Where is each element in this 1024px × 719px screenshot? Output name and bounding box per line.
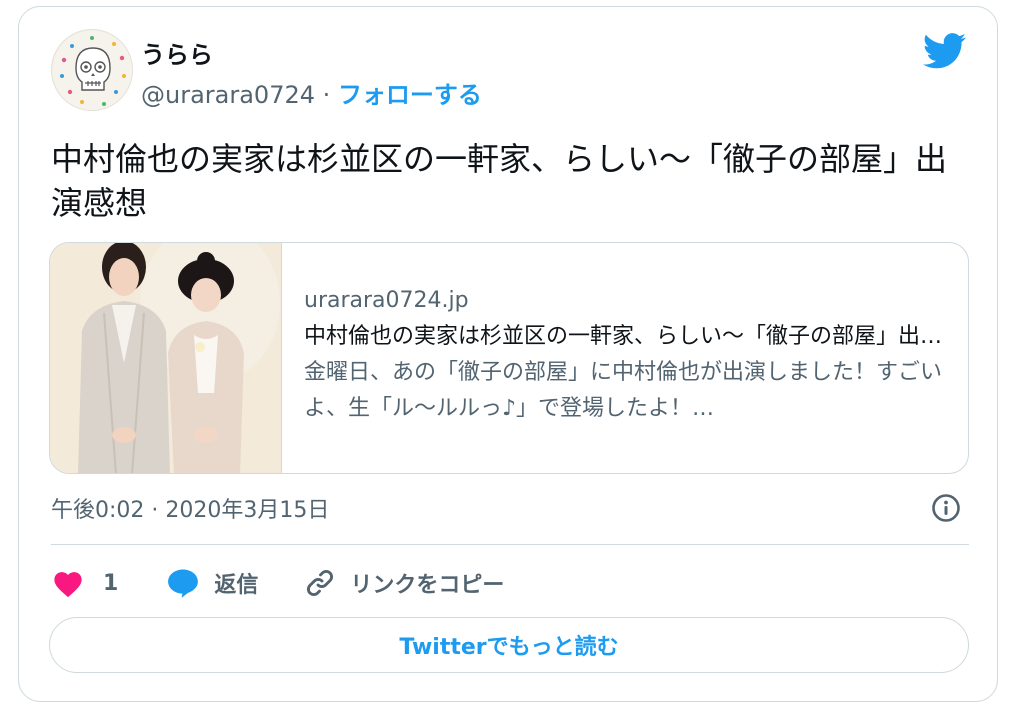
read-more-on-twitter-button[interactable]: Twitterでもっと読む (49, 617, 969, 673)
link-thumbnail (50, 243, 282, 473)
link-description: 金曜日、あの「徹子の部屋」に中村倫也が出演しました！すごいよ、生「ル〜ルルっ♪」… (304, 360, 943, 421)
author-meta-line: @urarara0724 · フォローする (141, 75, 482, 110)
like-count: 1 (103, 570, 119, 596)
tweet-text: 中村倫也の実家は杉並区の一軒家、らしい〜「徹子の部屋」出演感想 (51, 140, 948, 222)
reply-button[interactable]: 返信 (166, 567, 258, 599)
follow-link[interactable]: フォローする (338, 81, 482, 109)
meta-separator: · (322, 81, 331, 109)
like-button[interactable]: 1 (51, 568, 118, 598)
tweet-timestamp[interactable]: 午後0:02 · 2020年3月15日 (51, 492, 329, 524)
copy-link-button[interactable]: リンクをコピー (304, 567, 504, 599)
author-display-name[interactable]: うらら (141, 35, 213, 70)
avatar[interactable] (51, 29, 133, 111)
link-title: 中村倫也の実家は杉並区の一軒家、らしい〜「徹子の部屋」出演感想 (304, 324, 954, 349)
two-people-photo-icon (50, 243, 281, 473)
copy-link-label: リンクをコピー (350, 573, 505, 598)
twitter-bird-icon[interactable] (922, 33, 967, 69)
reply-bubble-icon (168, 569, 199, 598)
heart-icon (54, 572, 82, 598)
link-chain-icon (307, 569, 334, 597)
reply-label: 返信 (214, 573, 259, 598)
link-card-body: urarara0724.jp 中村倫也の実家は杉並区の一軒家、らしい〜「徹子の部… (304, 283, 954, 427)
divider (51, 544, 969, 545)
skull-drawing-avatar-icon (53, 31, 132, 110)
author-handle[interactable]: @urarara0724 (141, 81, 315, 109)
info-icon[interactable] (931, 493, 961, 523)
link-domain: urarara0724.jp (304, 288, 469, 313)
link-preview-card[interactable]: urarara0724.jp 中村倫也の実家は杉並区の一軒家、らしい〜「徹子の部… (49, 242, 969, 474)
tweet-embed-card: うらら @urarara0724 · フォローする 中村倫也の実家は杉並区の一軒… (18, 6, 998, 702)
action-bar: 1 返信 リンクをコピー (51, 563, 504, 603)
